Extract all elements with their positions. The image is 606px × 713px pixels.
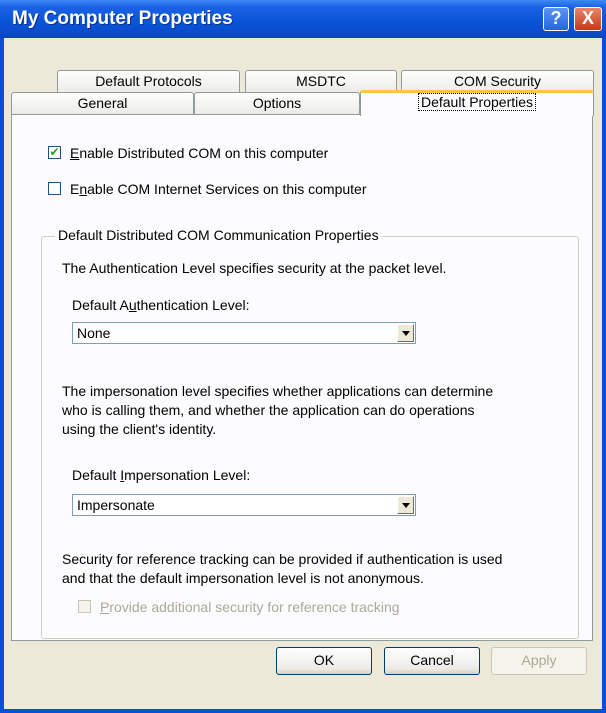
impersonation-level-label: Default Impersonation Level: (72, 467, 251, 483)
tab-options[interactable]: Options (194, 92, 360, 114)
cancel-button[interactable]: Cancel (384, 647, 480, 675)
tab-com-security[interactable]: COM Security (401, 70, 594, 92)
ok-button[interactable]: OK (276, 647, 372, 675)
checkbox-box[interactable] (78, 600, 91, 613)
impersonation-level-dropdown[interactable]: Impersonate (72, 494, 416, 516)
help-button[interactable]: ? (543, 7, 569, 31)
impersonation-description-line3: using the client's identity. (62, 421, 217, 437)
dialog-window: My Computer Properties ? X Default Proto… (0, 0, 606, 713)
tab-msdtc[interactable]: MSDTC (245, 70, 397, 92)
checkbox-box[interactable] (48, 182, 61, 195)
reference-tracking-description-line1: Security for reference tracking can be p… (62, 551, 503, 567)
group-legend: Default Distributed COM Communication Pr… (55, 227, 382, 243)
auth-level-dropdown[interactable]: None (72, 322, 416, 344)
checkbox-box[interactable]: ✔ (48, 146, 61, 159)
chevron-down-icon[interactable] (397, 496, 414, 514)
window-title: My Computer Properties (12, 8, 233, 29)
auth-level-value: None (77, 325, 111, 341)
auth-description: The Authentication Level specifies secur… (62, 260, 447, 276)
close-button[interactable]: X (574, 7, 602, 31)
chevron-down-icon[interactable] (397, 324, 414, 342)
tab-general[interactable]: General (11, 92, 194, 114)
tab-default-protocols[interactable]: Default Protocols (57, 70, 240, 92)
tab-default-properties-label: Default Properties (417, 93, 537, 111)
enable-dcom-label: Enable Distributed COM on this computer (70, 145, 329, 161)
title-bar[interactable]: My Computer Properties ? X (0, 0, 606, 38)
impersonation-description-line2: who is calling them, and whether the app… (62, 402, 475, 418)
impersonation-description-line1: The impersonation level specifies whethe… (62, 383, 494, 399)
apply-button[interactable]: Apply (491, 647, 587, 675)
auth-level-label: Default Authentication Level: (72, 297, 250, 313)
reference-tracking-description-line2: and that the default impersonation level… (62, 570, 424, 586)
impersonation-level-value: Impersonate (77, 497, 155, 513)
enable-cis-label: Enable COM Internet Services on this com… (70, 181, 367, 197)
reference-tracking-label: Provide additional security for referenc… (100, 599, 400, 615)
tab-default-properties[interactable]: Default Properties (360, 90, 594, 116)
